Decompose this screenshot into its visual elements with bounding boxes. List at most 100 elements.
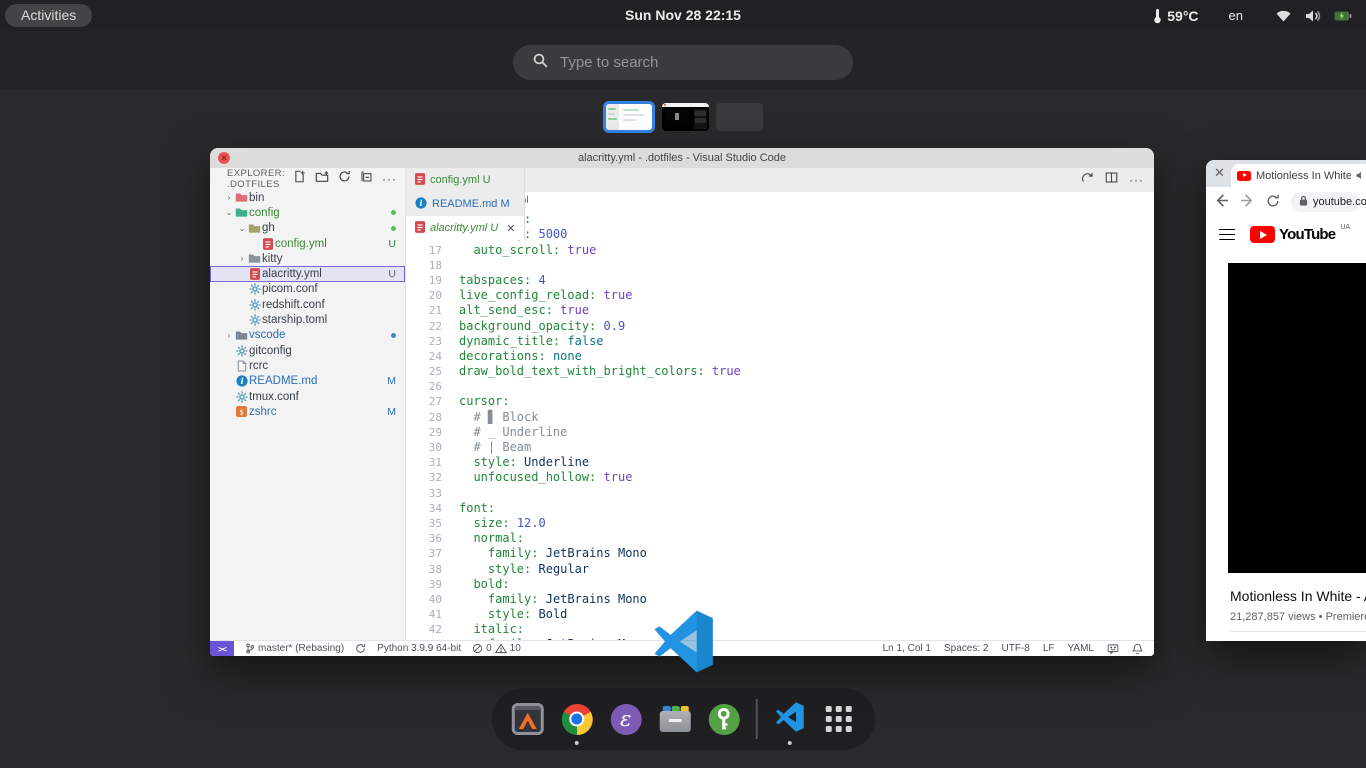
code-line: 19tabspaces: 4 xyxy=(406,273,1154,288)
collapse-all-icon[interactable] xyxy=(360,170,373,188)
tree-item-redshift.conf[interactable]: redshift.conf xyxy=(210,297,405,312)
new-folder-icon[interactable] xyxy=(315,170,329,188)
lock-icon xyxy=(1299,193,1308,211)
svg-text:i: i xyxy=(419,197,422,207)
problems-status[interactable]: 0 10 xyxy=(472,643,521,654)
search-bar[interactable]: Type to search xyxy=(513,45,853,80)
chrome-tabstrip: ✕ Motionless In White - / xyxy=(1206,160,1366,187)
clock[interactable]: Sun Nov 28 22:15 xyxy=(625,0,741,31)
dock-item-files[interactable] xyxy=(658,702,692,736)
reload-icon[interactable] xyxy=(1266,194,1280,210)
system-status-area[interactable]: 59°C en xyxy=(1152,0,1352,31)
address-bar[interactable]: youtube.com/wa xyxy=(1291,192,1360,212)
code-line: 31 style: Underline xyxy=(406,455,1154,470)
volume-icon xyxy=(1305,9,1321,23)
notifications-bell-icon[interactable] xyxy=(1132,643,1143,655)
tree-item-gh[interactable]: ⌄gh xyxy=(210,221,405,236)
dash-dock: ε xyxy=(492,688,875,750)
divider xyxy=(1230,631,1366,632)
workspace-thumbnail-1[interactable] xyxy=(603,101,655,133)
git-status-badge: U xyxy=(388,268,396,280)
dock-item-google-chrome[interactable] xyxy=(560,702,594,736)
youtube-logo[interactable]: YouTube UA xyxy=(1250,224,1350,245)
youtube-favicon xyxy=(1237,171,1251,181)
eol-status[interactable]: LF xyxy=(1043,643,1055,654)
tree-item-rcrc[interactable]: rcrc xyxy=(210,358,405,373)
code-line: 33 xyxy=(406,486,1154,501)
split-editor-icon[interactable] xyxy=(1105,171,1118,189)
tree-item-bin[interactable]: ›bin xyxy=(210,190,405,205)
encoding-status[interactable]: UTF-8 xyxy=(1001,643,1029,654)
tab-audio-icon[interactable] xyxy=(1356,167,1365,185)
tree-item-zshrc[interactable]: $zshrcM xyxy=(210,404,405,419)
code-line: 41 style: Bold xyxy=(406,607,1154,622)
tree-item-label: gh xyxy=(262,222,387,234)
change-dot-badge xyxy=(391,210,396,215)
dock-item-app-grid[interactable] xyxy=(821,702,855,736)
refresh-icon[interactable] xyxy=(338,170,351,188)
tree-item-tmux.conf[interactable]: tmux.conf xyxy=(210,389,405,404)
folder-icon xyxy=(234,192,249,203)
tree-item-gitconfig[interactable]: gitconfig xyxy=(210,343,405,358)
code-line: 42 italic: xyxy=(406,622,1154,637)
dock-item-emacs[interactable]: ε xyxy=(609,702,643,736)
git-branch-status[interactable]: master* (Rebasing) xyxy=(245,643,344,654)
tab-close-icon[interactable]: ✕ xyxy=(1214,165,1225,181)
code-line: 38 style: Regular xyxy=(406,562,1154,577)
line-number: 19 xyxy=(406,273,442,288)
dock-item-keepassxc[interactable] xyxy=(707,702,741,736)
back-icon[interactable] xyxy=(1214,193,1229,210)
activities-button[interactable]: Activities xyxy=(5,4,92,27)
cursor-position-status[interactable]: Ln 1, Col 1 xyxy=(883,643,931,654)
close-tab-icon[interactable]: ✕ xyxy=(506,222,515,235)
remote-indicator[interactable]: >< xyxy=(210,641,234,656)
dock-item-visual-studio-code[interactable] xyxy=(772,702,806,736)
editor-tab-config.yml[interactable]: config.yml U xyxy=(406,168,525,192)
chrome-active-tab[interactable]: Motionless In White - / xyxy=(1231,164,1366,187)
tree-item-config[interactable]: ⌄config xyxy=(210,205,405,220)
tree-item-picom.conf[interactable]: picom.conf xyxy=(210,282,405,297)
change-dot-badge xyxy=(391,226,396,231)
workspace-thumbnail-3[interactable] xyxy=(716,103,763,131)
video-player[interactable] xyxy=(1228,263,1366,573)
new-file-icon[interactable] xyxy=(293,170,306,188)
gnome-activities-overview: Activities Sun Nov 28 22:15 59°C en Type… xyxy=(0,0,1366,768)
more-actions-icon[interactable]: ··· xyxy=(382,172,397,186)
code-line: 34font: xyxy=(406,501,1154,516)
vscode-app-badge-icon[interactable] xyxy=(652,610,715,673)
tree-item-alacritty.yml[interactable]: alacritty.ymlU xyxy=(210,266,405,281)
feedback-icon[interactable] xyxy=(1107,643,1119,655)
vscode-titlebar[interactable]: ✕ alacritty.yml - .dotfiles - Visual Stu… xyxy=(210,148,1154,168)
workspace-thumbnail-2[interactable] xyxy=(662,103,709,131)
workspace-switcher xyxy=(0,100,1366,134)
code-line: 20live_config_reload: true xyxy=(406,288,1154,303)
open-changes-icon[interactable] xyxy=(1081,171,1094,189)
editor-tab-alacritty.yml[interactable]: alacritty.yml U✕ xyxy=(406,216,525,240)
tree-item-kitty[interactable]: ›kitty xyxy=(210,251,405,266)
info-icon: i xyxy=(234,375,249,387)
forward-icon[interactable] xyxy=(1240,193,1255,210)
editor-tab-README.md[interactable]: iREADME.md M xyxy=(406,192,525,216)
chrome-window[interactable]: ✕ Motionless In White - / youtube.com/wa… xyxy=(1206,160,1366,641)
menu-icon[interactable] xyxy=(1219,229,1235,241)
indentation-status[interactable]: Spaces: 2 xyxy=(944,643,988,654)
tree-item-README.md[interactable]: iREADME.mdM xyxy=(210,374,405,389)
explorer-header: EXPLORER: .DOTFILES xyxy=(227,168,293,190)
language-mode-status[interactable]: YAML xyxy=(1068,643,1095,654)
dock-item-alacritty[interactable] xyxy=(511,702,545,736)
tree-item-vscode[interactable]: ›vscode xyxy=(210,328,405,343)
tree-item-config.yml[interactable]: config.ymlU xyxy=(210,236,405,251)
mini-line xyxy=(608,113,615,115)
tree-item-label: vscode xyxy=(249,329,387,341)
code-editor[interactable]: 1415scrolling:16 history: 500017 auto_sc… xyxy=(406,208,1154,640)
more-editor-actions-icon[interactable]: ··· xyxy=(1129,173,1144,187)
python-interpreter-status[interactable]: Python 3.9.9 64-bit xyxy=(377,643,461,654)
line-number: 41 xyxy=(406,607,442,622)
gear-icon xyxy=(247,283,262,295)
tree-item-starship.toml[interactable]: starship.toml xyxy=(210,312,405,327)
dock-separator xyxy=(756,699,758,739)
sync-icon[interactable] xyxy=(355,643,366,654)
vscode-window[interactable]: ✕ alacritty.yml - .dotfiles - Visual Stu… xyxy=(210,148,1154,656)
yaml-icon xyxy=(260,238,275,250)
keyboard-layout-indicator[interactable]: en xyxy=(1229,8,1243,23)
